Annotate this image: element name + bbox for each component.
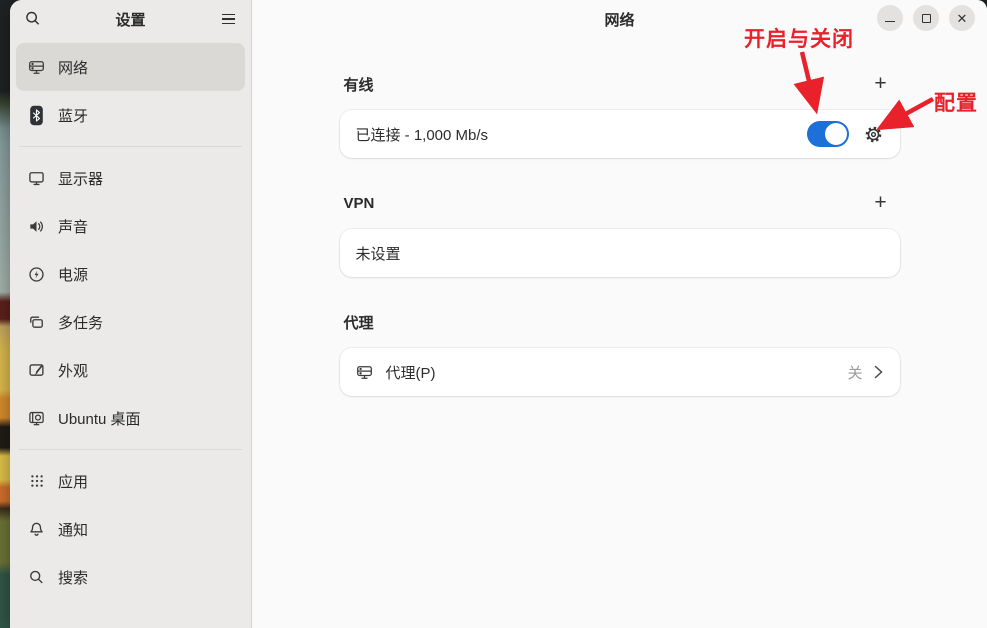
sidebar-item-multitasking[interactable]: 多任务 <box>16 298 245 346</box>
hamburger-icon <box>222 14 235 25</box>
appearance-icon <box>28 360 45 380</box>
sidebar-item-displays[interactable]: 显示器 <box>16 154 245 202</box>
proxy-row-label: 代理(P) <box>386 362 848 383</box>
vpn-section-header: VPN + <box>340 194 900 212</box>
close-icon: ✕ <box>957 12 968 25</box>
page-title: 网络 <box>604 9 634 30</box>
vpn-empty-label: 未设置 <box>356 243 884 264</box>
add-wired-connection-button[interactable]: + <box>868 72 894 96</box>
sidebar-item-appearance[interactable]: 外观 <box>16 346 245 394</box>
minimize-button[interactable] <box>877 5 903 31</box>
search-icon <box>24 10 42 28</box>
wired-settings-button[interactable] <box>864 124 884 144</box>
sidebar-item-power[interactable]: 电源 <box>16 250 245 298</box>
maximize-icon <box>922 14 931 23</box>
sidebar-item-label: 搜索 <box>58 567 88 588</box>
sidebar-item-label: 通知 <box>58 519 88 540</box>
chevron-right-icon <box>873 363 884 381</box>
proxy-row[interactable]: 代理(P) 关 <box>340 348 900 396</box>
vpn-section: VPN + 未设置 <box>340 194 900 277</box>
app-title: 设置 <box>48 9 213 30</box>
bluetooth-icon <box>28 105 45 125</box>
ubuntu-desktop-icon <box>28 408 45 428</box>
sidebar-item-label: 电源 <box>58 264 88 285</box>
wired-section: 有线 + 已连接 - 1,000 Mb/s <box>340 75 900 158</box>
sidebar-separator <box>19 146 242 147</box>
minimize-icon <box>885 21 895 23</box>
sidebar-item-label: 外观 <box>58 360 88 381</box>
window-controls: ✕ <box>877 5 975 31</box>
wired-section-header: 有线 + <box>340 75 900 93</box>
main-panel: 网络 ✕ 有线 + 已连接 - 1,000 Mb/s <box>252 0 987 628</box>
proxy-status: 关 <box>847 362 862 383</box>
sidebar-item-label: 蓝牙 <box>58 105 88 126</box>
vpn-empty-row: 未设置 <box>340 229 900 277</box>
sidebar: 设置 网络 <box>10 0 252 628</box>
search-button[interactable] <box>18 4 48 34</box>
sidebar-item-sound[interactable]: 声音 <box>16 202 245 250</box>
network-content: 有线 + 已连接 - 1,000 Mb/s <box>340 38 900 396</box>
sidebar-item-label: 应用 <box>58 471 88 492</box>
sidebar-item-network[interactable]: 网络 <box>16 43 245 91</box>
settings-window: 设置 网络 <box>10 0 987 628</box>
wired-connection-row: 已连接 - 1,000 Mb/s <box>340 110 900 158</box>
sidebar-item-notifications[interactable]: 通知 <box>16 505 245 553</box>
proxy-header-label: 代理 <box>344 312 374 333</box>
sidebar-item-ubuntu-desktop[interactable]: Ubuntu 桌面 <box>16 394 245 442</box>
wired-connection-label: 已连接 - 1,000 Mb/s <box>356 124 807 145</box>
sidebar-item-label: 显示器 <box>58 168 103 189</box>
sidebar-item-apps[interactable]: 应用 <box>16 457 245 505</box>
sidebar-header: 设置 <box>10 0 251 38</box>
sidebar-separator <box>19 449 242 450</box>
sidebar-item-bluetooth[interactable]: 蓝牙 <box>16 91 245 139</box>
main-headerbar: 网络 ✕ <box>252 0 987 38</box>
sidebar-item-search[interactable]: 搜索 <box>16 553 245 601</box>
power-icon <box>28 264 45 284</box>
network-icon <box>28 57 45 77</box>
sidebar-item-label: 声音 <box>58 216 88 237</box>
apps-grid-icon <box>28 471 45 491</box>
sidebar-item-label: Ubuntu 桌面 <box>58 408 141 429</box>
add-vpn-button[interactable]: + <box>868 191 894 215</box>
multitasking-icon <box>28 312 45 332</box>
proxy-section-header: 代理 <box>340 313 900 331</box>
main-menu-button[interactable] <box>213 4 243 34</box>
close-button[interactable]: ✕ <box>949 5 975 31</box>
toggle-knob <box>825 123 847 145</box>
maximize-button[interactable] <box>913 5 939 31</box>
sidebar-item-label: 多任务 <box>58 312 103 333</box>
speaker-icon <box>28 216 45 236</box>
display-icon <box>28 168 45 188</box>
sidebar-item-label: 网络 <box>58 57 88 78</box>
magnifier-icon <box>28 567 45 587</box>
bell-icon <box>28 519 45 539</box>
wired-toggle[interactable] <box>807 121 849 147</box>
wired-header-label: 有线 <box>344 74 374 95</box>
sidebar-nav: 网络 蓝牙 显示器 <box>10 38 251 601</box>
vpn-header-label: VPN <box>344 195 375 212</box>
proxy-section: 代理 代理(P) 关 <box>340 313 900 396</box>
gear-icon <box>864 125 883 144</box>
proxy-network-icon <box>356 364 373 381</box>
